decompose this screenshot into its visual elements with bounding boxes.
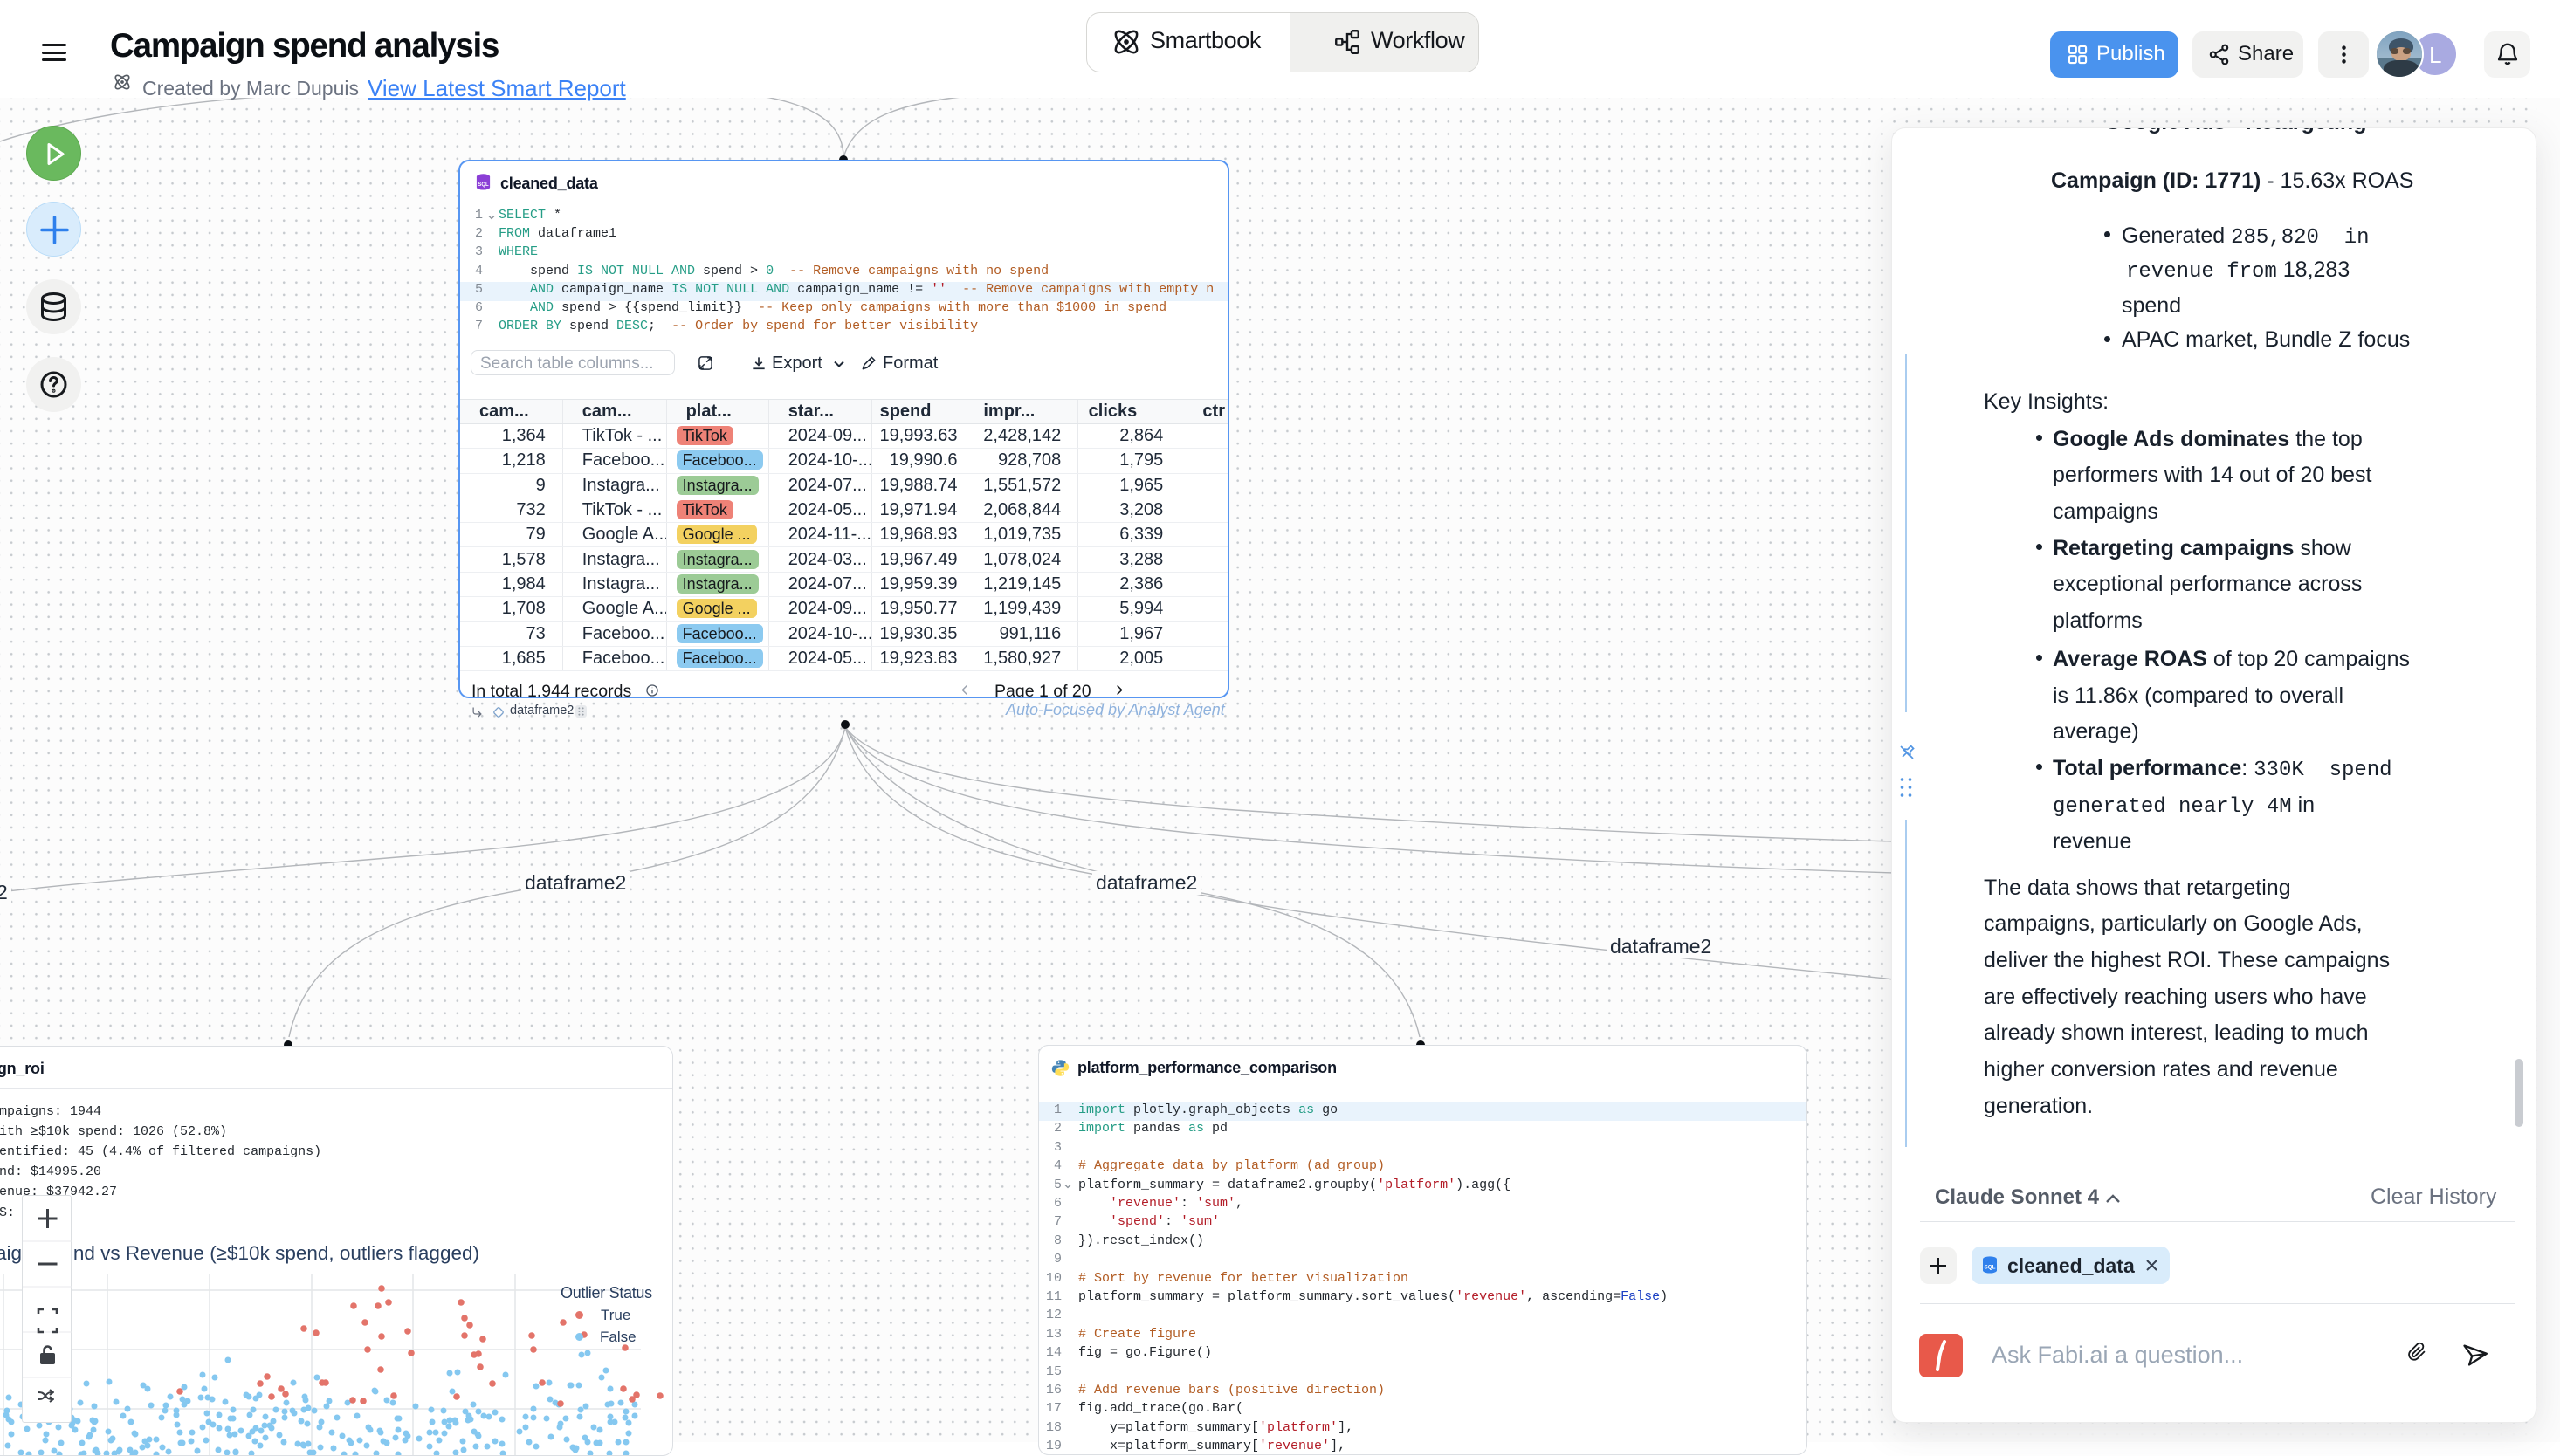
svg-text:SQL: SQL — [1985, 1265, 1996, 1271]
svg-text:SQL: SQL — [478, 182, 489, 188]
